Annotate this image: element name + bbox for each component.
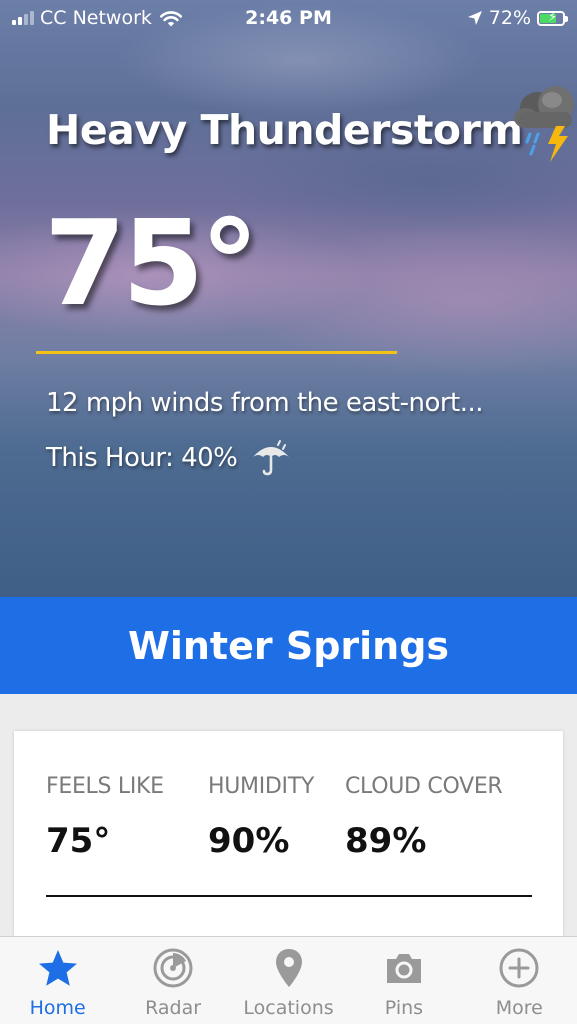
yellow-divider — [36, 351, 397, 354]
stat-humidity: HUMIDITY 90% — [208, 774, 314, 861]
tab-home[interactable]: Home — [0, 937, 115, 1024]
tab-label: Radar — [145, 997, 202, 1019]
tab-more[interactable]: More — [462, 937, 577, 1024]
umbrella-rain-icon — [253, 440, 290, 476]
star-icon — [38, 950, 77, 986]
plus-circle-icon — [499, 948, 539, 988]
precip-text: This Hour: 40% — [46, 443, 238, 473]
weather-condition: Heavy Thunderstorm — [46, 106, 523, 154]
stat-value: 89% — [345, 821, 427, 861]
tab-label: Pins — [384, 997, 424, 1019]
precip-this-hour: This Hour: 40% — [46, 439, 291, 477]
stat-label: HUMIDITY — [208, 774, 315, 799]
stat-cloud-cover: CLOUD COVER 89% — [345, 774, 503, 861]
wind-summary: 12 mph winds from the east-nort... — [46, 388, 484, 418]
stat-value: 90% — [208, 821, 290, 861]
tab-label: Locations — [243, 997, 334, 1019]
battery-percent: 72% — [488, 7, 531, 29]
tab-label: More — [495, 997, 543, 1019]
card-divider — [46, 895, 532, 897]
current-temperature: 75° — [44, 194, 259, 332]
conditions-card: FEELS LIKE 75° HUMIDITY 90% CLOUD COVER … — [14, 731, 563, 936]
tab-label: Home — [29, 997, 86, 1019]
stat-label: FEELS LIKE — [46, 774, 164, 799]
location-arrow-icon — [467, 11, 482, 25]
camera-icon — [386, 954, 421, 983]
tab-bar: Home Radar Locations Pins More — [0, 936, 577, 1024]
radar-icon — [153, 948, 193, 988]
status-right: 72% ⚡ — [467, 7, 568, 29]
location-name: Winter Springs — [127, 623, 450, 668]
location-title-bar[interactable]: Winter Springs — [0, 597, 577, 694]
weather-hero: CC Network 2:46 PM 72% ⚡ Heavy Thunderst… — [0, 0, 577, 597]
tab-locations[interactable]: Locations — [231, 937, 346, 1024]
map-pin-icon — [275, 949, 302, 987]
tab-pins[interactable]: Pins — [346, 937, 461, 1024]
stat-label: CLOUD COVER — [345, 774, 503, 799]
status-bar: CC Network 2:46 PM 72% ⚡ — [0, 0, 577, 38]
battery-charging-icon: ⚡ — [537, 10, 568, 26]
stat-value: 75° — [46, 821, 111, 861]
stat-feels-like: FEELS LIKE 75° — [46, 774, 164, 861]
tab-radar[interactable]: Radar — [115, 937, 230, 1024]
thunderstorm-icon — [514, 86, 574, 162]
